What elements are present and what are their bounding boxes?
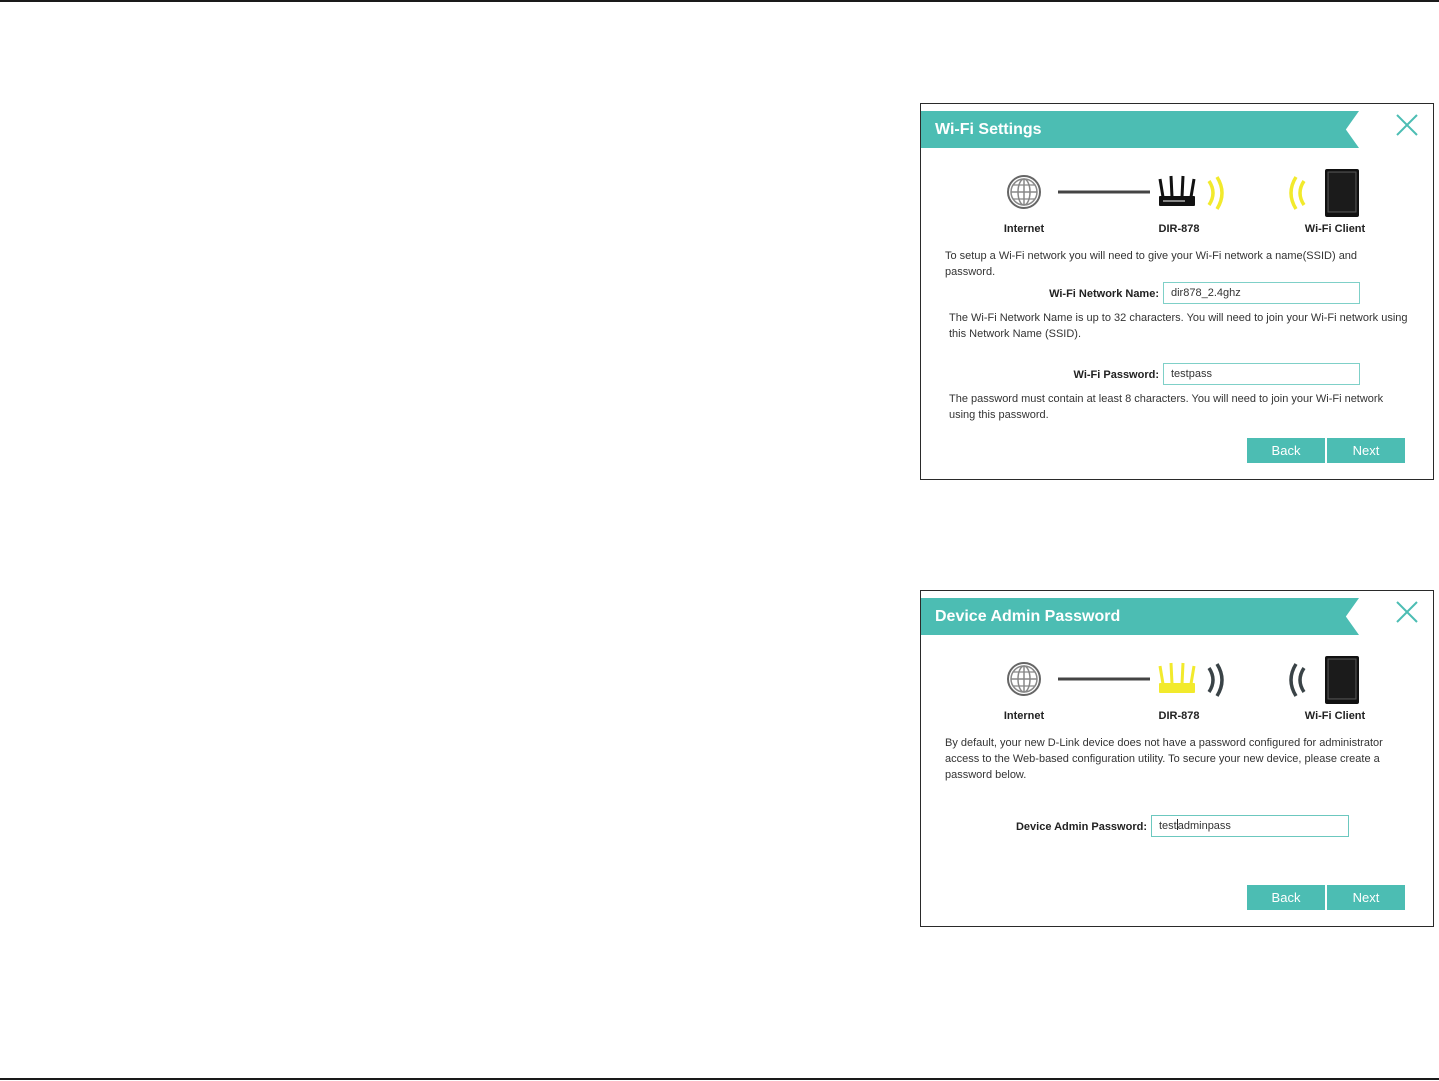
tablet-icon [1325,656,1359,704]
connection-line [1058,190,1150,194]
client-label: Wi-Fi Client [1304,223,1366,235]
connection-line [1058,677,1150,681]
wifi-settings-dialog: Wi-Fi Settings Internet DIR-878 Wi-Fi Cl… [920,103,1434,480]
network-name-input[interactable]: dir878_2.4ghz [1163,282,1360,304]
admin-password-label: Device Admin Password: [1015,821,1147,833]
page-top-rule [0,0,1439,2]
intro-text: By default, your new D-Link device does … [945,737,1383,781]
network-name-label: Wi-Fi Network Name: [1049,288,1159,300]
next-button[interactable]: Next [1327,438,1405,463]
admin-password-dialog: Device Admin Password Internet DIR-878 W… [920,590,1434,927]
password-label: Wi-Fi Password: [1073,369,1159,381]
globe-icon [1007,175,1041,209]
password-input[interactable]: testpass [1163,363,1360,385]
close-icon[interactable] [1395,113,1419,137]
wifi-signal-icon [1289,176,1306,210]
router-label: DIR-878 [1158,223,1200,235]
client-label: Wi-Fi Client [1304,710,1366,722]
next-button[interactable]: Next [1327,885,1405,910]
page-bottom-rule [0,1078,1439,1080]
admin-password-input[interactable]: testadminpass [1151,815,1349,837]
back-button[interactable]: Back [1247,885,1325,910]
wifi-signal-icon [1207,663,1224,697]
intro-text: To setup a Wi-Fi network you will need t… [945,250,1358,278]
network-name-help: The Wi-Fi Network Name is up to 32 chara… [949,312,1408,340]
dialog-title: Device Admin Password [921,598,1359,635]
close-icon[interactable] [1395,600,1419,624]
admin-password-value-start: test [1159,820,1177,832]
dialog-title: Wi-Fi Settings [921,111,1359,148]
admin-password-value-end: adminpass [1177,820,1231,832]
globe-icon [1007,662,1041,696]
internet-label: Internet [1003,710,1045,722]
wifi-signal-icon [1289,663,1306,697]
tablet-icon [1325,169,1359,217]
router-icon [1158,662,1196,693]
router-icon [1158,175,1196,206]
back-button[interactable]: Back [1247,438,1325,463]
router-label: DIR-878 [1158,710,1200,722]
password-help: The password must contain at least 8 cha… [949,393,1384,421]
internet-label: Internet [1003,223,1045,235]
wifi-signal-icon [1207,176,1224,210]
